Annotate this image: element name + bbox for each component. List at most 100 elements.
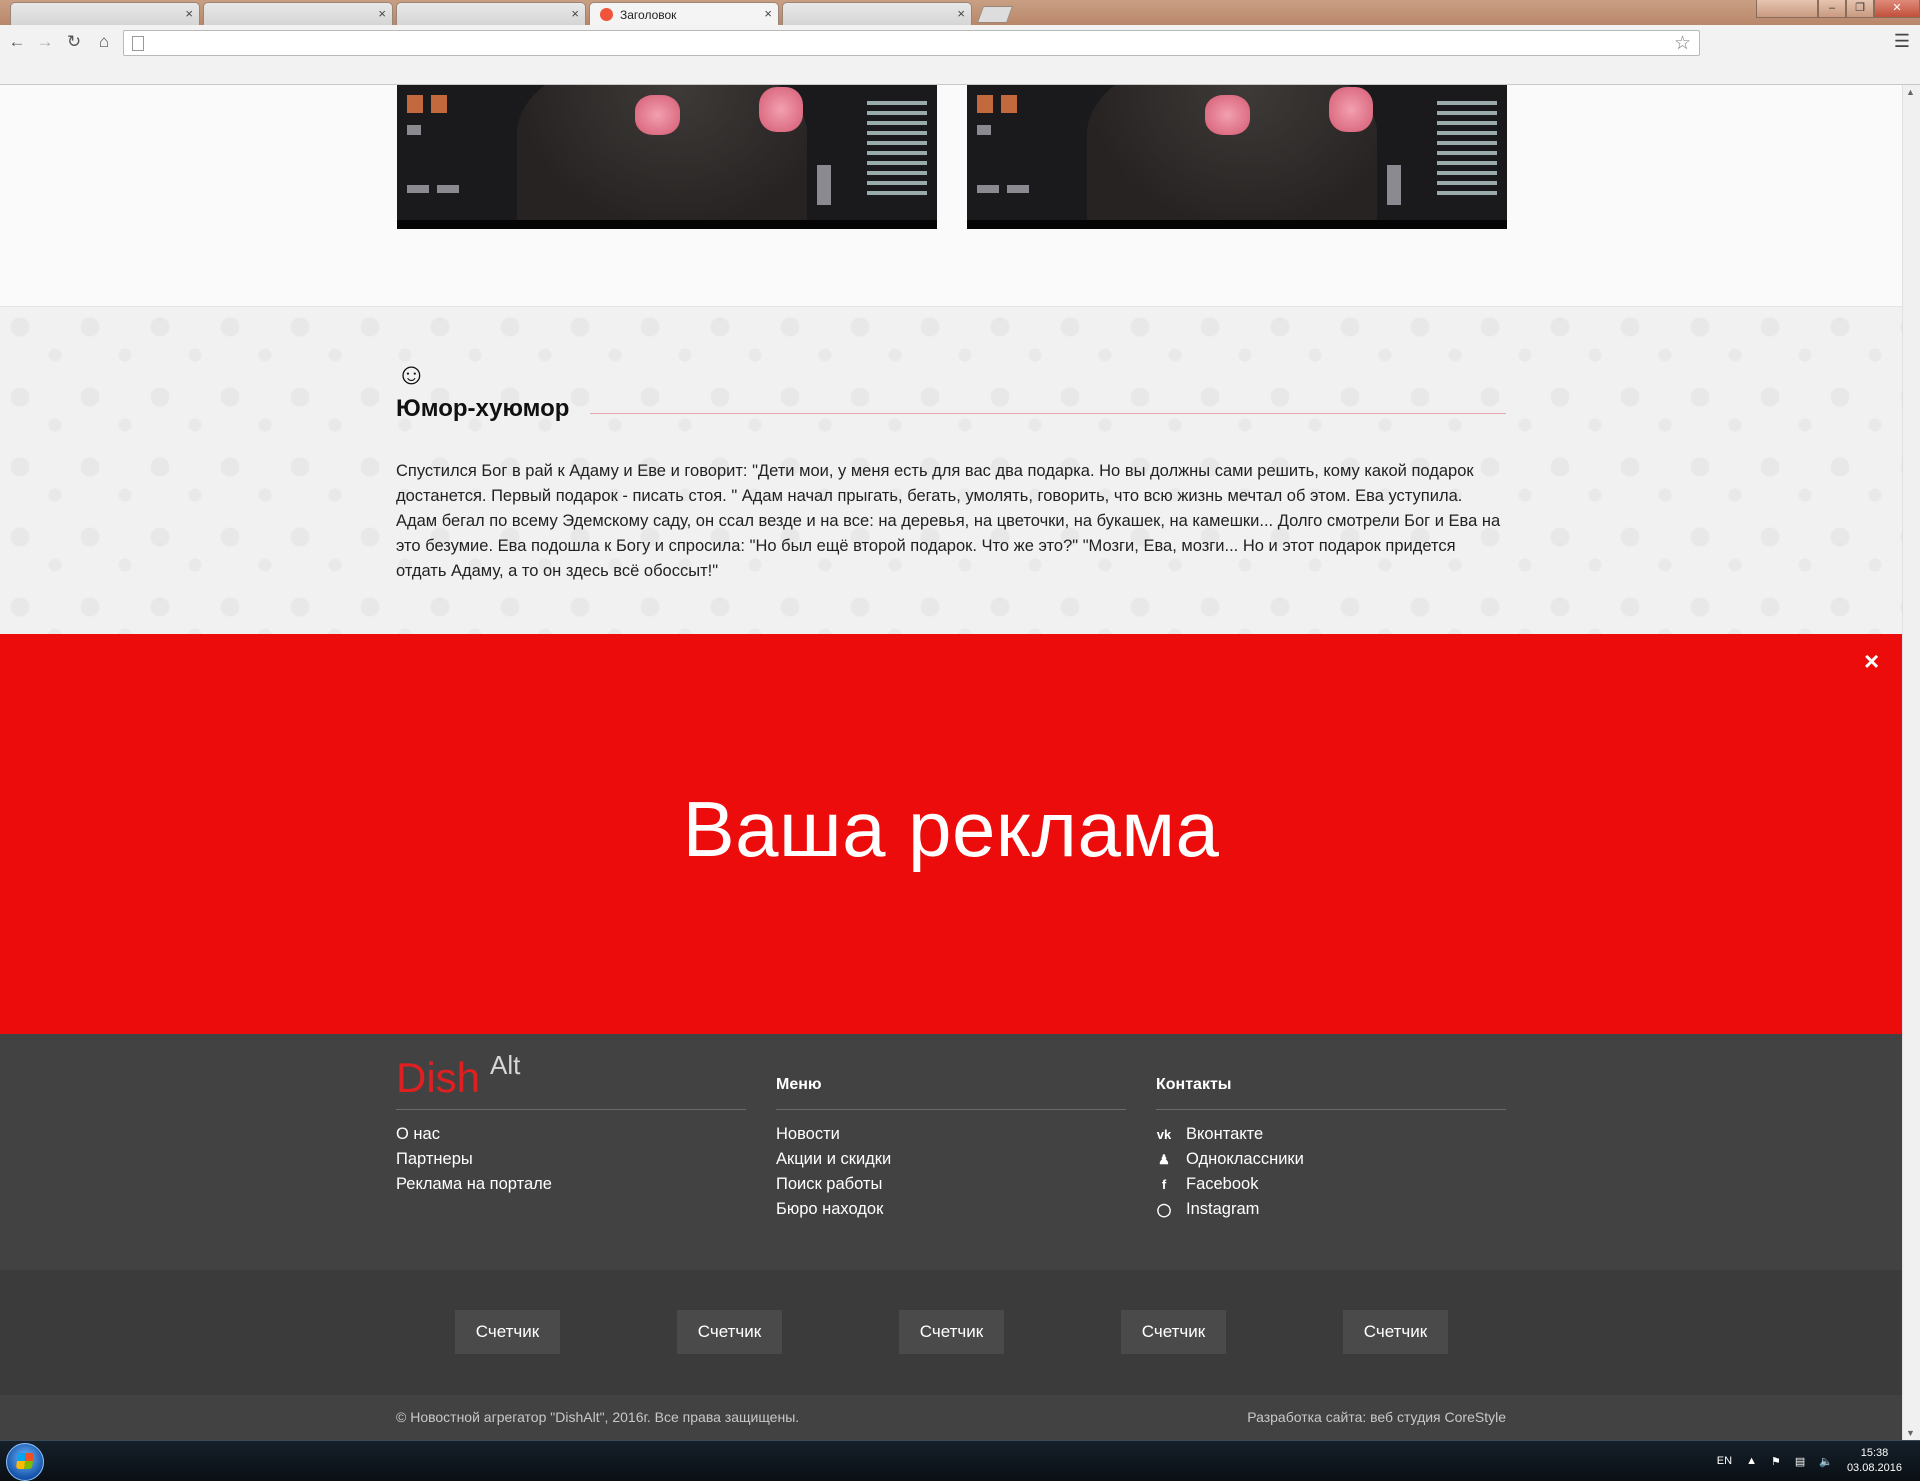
hamburger-menu-icon[interactable]: ☰ xyxy=(1894,31,1910,52)
window-profile-area xyxy=(1756,0,1818,18)
footer-link-news[interactable]: Новости xyxy=(776,1122,891,1147)
tab-close-icon[interactable]: × xyxy=(185,6,193,21)
browser-tab[interactable]: × xyxy=(396,2,586,25)
stage-light xyxy=(407,185,429,193)
footer-link-advertising[interactable]: Реклама на портале xyxy=(396,1172,552,1197)
counter-badge[interactable]: Счетчик xyxy=(1343,1310,1448,1354)
clock[interactable]: 15:38 03.08.2016 xyxy=(1847,1446,1902,1476)
counter-badge[interactable]: Счетчик xyxy=(899,1310,1004,1354)
instagram-icon: ◯ xyxy=(1156,1202,1172,1217)
contact-link-facebook[interactable]: f Facebook xyxy=(1156,1172,1304,1197)
contact-label: Вконтакте xyxy=(1186,1125,1264,1143)
volume-icon[interactable]: 🔈 xyxy=(1819,1455,1833,1468)
tab-close-icon[interactable]: × xyxy=(571,6,579,21)
stage-light xyxy=(431,95,447,113)
facebook-icon: f xyxy=(1161,1177,1167,1192)
favicon-icon xyxy=(600,8,613,21)
language-indicator[interactable]: EN xyxy=(1717,1455,1732,1467)
reload-icon[interactable]: ↻ xyxy=(62,32,86,52)
humor-section: ☺ Юмор-хуюмор Спустился Бог в рай к Адам… xyxy=(0,306,1902,635)
stage-light xyxy=(977,185,999,193)
home-icon[interactable]: ⌂ xyxy=(92,32,116,52)
footer-link-promotions[interactable]: Акции и скидки xyxy=(776,1147,891,1172)
network-icon[interactable]: ▤ xyxy=(1795,1455,1805,1468)
start-button[interactable] xyxy=(6,1443,44,1481)
scroll-down-arrow-icon[interactable]: ▼ xyxy=(1906,1428,1915,1438)
minimize-button[interactable]: – xyxy=(1818,0,1846,18)
video-thumbnail[interactable] xyxy=(967,85,1507,229)
copyright-text: © Новостной агрегатор "DishAlt", 2016г. … xyxy=(396,1409,800,1425)
footer-heading: Контакты xyxy=(1156,1076,1232,1093)
vertical-scrollbar[interactable]: ▲ ▼ xyxy=(1902,85,1920,1440)
footer: Dish Alt О нас Партнеры Реклама на портал… xyxy=(0,1034,1902,1270)
divider xyxy=(776,1109,1126,1110)
tab-close-icon[interactable]: × xyxy=(957,6,965,21)
video-bottom-bar xyxy=(397,220,937,229)
scroll-up-arrow-icon[interactable]: ▲ xyxy=(1906,87,1915,97)
close-window-button[interactable]: ✕ xyxy=(1874,0,1920,18)
footer-link-lost-found[interactable]: Бюро находок xyxy=(776,1197,891,1222)
counters-bar: Счетчик Счетчик Счетчик Счетчик Счетчик xyxy=(0,1270,1902,1395)
browser-tab[interactable]: × xyxy=(782,2,972,25)
logo-alt: Alt xyxy=(490,1050,521,1080)
close-icon[interactable]: × xyxy=(1864,646,1879,677)
divider xyxy=(396,1109,746,1110)
footer-link-jobs[interactable]: Поиск работы xyxy=(776,1172,891,1197)
video-thumbnail[interactable] xyxy=(397,85,937,229)
flag-icon[interactable]: ⚑ xyxy=(1771,1455,1781,1468)
web-page: ☺ Юмор-хуюмор Спустился Бог в рай к Адам… xyxy=(0,85,1902,1440)
clock-time: 15:38 xyxy=(1860,1447,1889,1459)
contact-link-vk[interactable]: vk Вконтакте xyxy=(1156,1122,1304,1147)
stage-light xyxy=(977,125,991,135)
counter-badge[interactable]: Счетчик xyxy=(1121,1310,1226,1354)
stage-light xyxy=(817,165,831,205)
maximize-button[interactable]: ❐ xyxy=(1846,0,1874,18)
footer-heading: Меню xyxy=(776,1076,822,1093)
browser-tab[interactable]: × xyxy=(203,2,393,25)
joke-text: Спустился Бог в рай к Адаму и Еве и гово… xyxy=(396,462,1501,580)
tray-expand-icon[interactable]: ▲ xyxy=(1746,1455,1757,1467)
browser-tab-strip: × × × Заголовок × × – ❐ ✕ xyxy=(0,0,1920,25)
footer-link-partners[interactable]: Партнеры xyxy=(396,1147,552,1172)
bookmark-star-icon[interactable]: ☆ xyxy=(1674,32,1691,55)
address-bar[interactable]: ☆ xyxy=(123,30,1700,56)
forward-arrow-icon[interactable]: → xyxy=(33,32,57,52)
counter-badge[interactable]: Счетчик xyxy=(455,1310,560,1354)
copyright-bar: © Новостной агрегатор "DishAlt", 2016г. … xyxy=(0,1395,1902,1440)
vk-icon: vk xyxy=(1156,1127,1172,1142)
browser-tab[interactable]: × xyxy=(10,2,200,25)
back-arrow-icon[interactable]: ← xyxy=(5,32,29,52)
new-tab-button[interactable] xyxy=(976,6,1014,23)
tab-close-icon[interactable]: × xyxy=(764,6,772,21)
windows-taskbar: EN ▲ ⚑ ▤ 🔈 15:38 03.08.2016 xyxy=(0,1440,1920,1481)
counter-badge[interactable]: Счетчик xyxy=(677,1310,782,1354)
system-tray: EN ▲ ⚑ ▤ 🔈 15:38 03.08.2016 xyxy=(1717,1441,1920,1481)
footer-link-about[interactable]: О нас xyxy=(396,1122,552,1147)
window-controls: – ❐ ✕ xyxy=(1756,0,1920,18)
video-bottom-bar xyxy=(967,220,1507,229)
clock-date: 03.08.2016 xyxy=(1846,1462,1902,1474)
ad-text: Ваша реклама xyxy=(682,785,1220,873)
browser-tab-active[interactable]: Заголовок × xyxy=(589,2,779,25)
stage-light xyxy=(977,95,993,113)
stage-light xyxy=(1007,185,1029,193)
stage-light xyxy=(407,95,423,113)
stage-lights-grid xyxy=(867,95,927,195)
menu-links: Новости Акции и скидки Поиск работы Бюро… xyxy=(776,1122,891,1222)
divider xyxy=(1156,1109,1506,1110)
browser-toolbar: ← → ↻ ⌂ ☆ ☰ xyxy=(0,25,1920,85)
developer-link[interactable]: Разработка сайта: веб студия CoreStyle xyxy=(1247,1409,1506,1425)
contact-link-ok[interactable]: ♟ Одноклассники xyxy=(1156,1147,1304,1172)
contact-link-instagram[interactable]: ◯ Instagram xyxy=(1156,1197,1304,1222)
stage-lights-grid xyxy=(1437,95,1497,195)
performer-hand xyxy=(759,87,803,132)
performer-hand xyxy=(635,95,680,135)
site-logo[interactable]: Dish Alt xyxy=(396,1050,520,1102)
page-icon xyxy=(132,36,144,51)
windows-logo-icon xyxy=(15,1453,35,1469)
ad-banner[interactable]: × Ваша реклама xyxy=(0,634,1902,1034)
odnoklassniki-icon: ♟ xyxy=(1158,1152,1170,1167)
contact-label: Одноклассники xyxy=(1186,1150,1304,1168)
logo-dish: Dish xyxy=(396,1054,481,1101)
tab-close-icon[interactable]: × xyxy=(378,6,386,21)
